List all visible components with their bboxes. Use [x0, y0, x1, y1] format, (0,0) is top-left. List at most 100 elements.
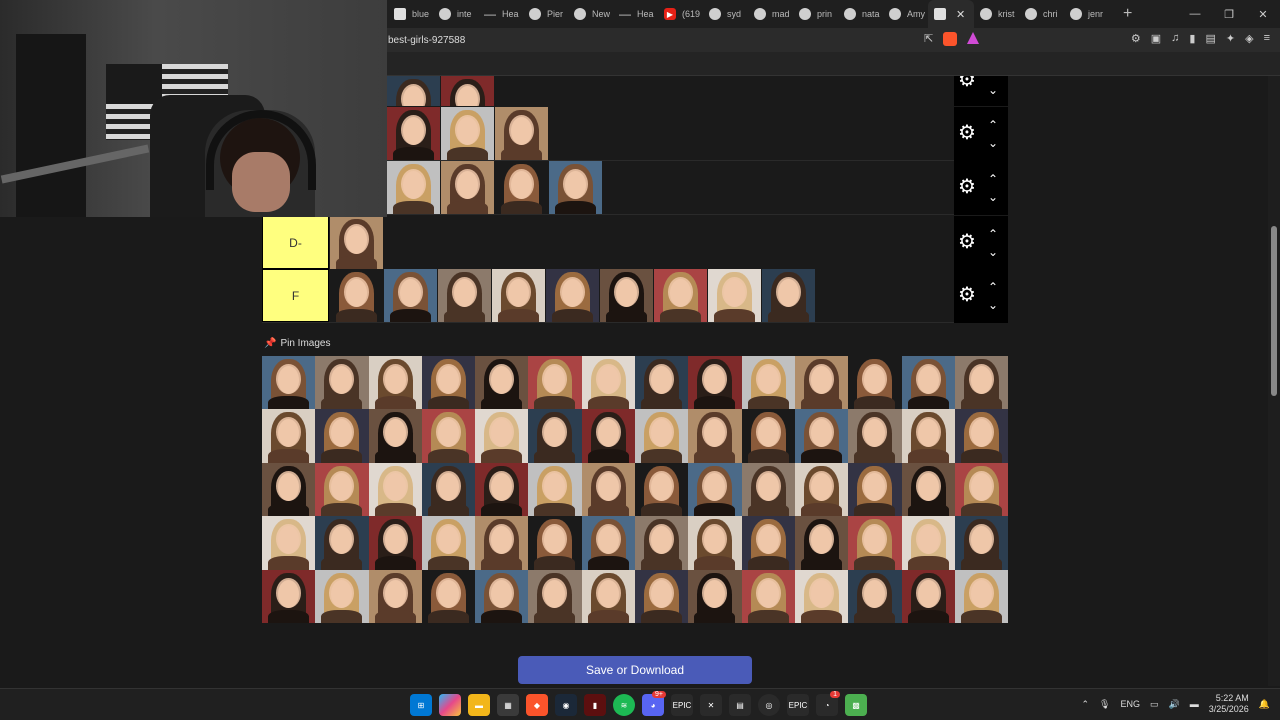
clock[interactable]: 5:22 AM 3/25/2026 [1209, 693, 1249, 715]
portrait-thumbnail[interactable] [368, 356, 422, 410]
portrait-thumbnail[interactable] [421, 409, 476, 463]
portrait-thumbnail[interactable] [495, 161, 548, 214]
portrait-thumbnail[interactable] [848, 516, 902, 570]
chevron-down-icon[interactable]: ⌄ [988, 299, 998, 311]
red-app-icon[interactable]: ▮ [584, 694, 606, 716]
portrait-thumbnail[interactable] [741, 462, 795, 517]
portrait-thumbnail[interactable] [368, 462, 422, 517]
portrait-thumbnail[interactable] [421, 462, 476, 517]
portrait-thumbnail[interactable] [635, 516, 689, 570]
portrait-thumbnail[interactable] [794, 516, 849, 570]
portrait-thumbnail[interactable] [528, 462, 582, 517]
tab-7[interactable]: syd [703, 0, 748, 28]
mic-icon[interactable]: 🎙 [1099, 699, 1110, 710]
portrait-thumbnail[interactable] [954, 462, 1009, 517]
tab-2[interactable]: — Hea [478, 0, 523, 28]
battery-icon[interactable]: ▬ [1190, 699, 1199, 709]
portrait-thumbnail[interactable] [262, 409, 316, 463]
epic-launcher-icon[interactable]: EPIC [787, 694, 809, 716]
discord-icon[interactable]: ◕ 9+ [642, 691, 666, 716]
chevron-down-icon[interactable]: ⌄ [988, 84, 998, 96]
portrait-thumbnail[interactable] [368, 409, 422, 463]
tab-10[interactable]: nata [838, 0, 883, 28]
portrait-thumbnail[interactable] [635, 409, 689, 463]
tab-13[interactable]: krist [974, 0, 1019, 28]
wallet-icon[interactable]: ▤ [1205, 32, 1215, 45]
portrait-thumbnail[interactable] [954, 569, 1009, 623]
calculator-icon[interactable]: ▤ [729, 694, 751, 716]
portrait-thumbnail[interactable] [741, 409, 795, 463]
portrait-thumbnail[interactable] [495, 107, 548, 160]
portrait-thumbnail[interactable] [387, 107, 440, 160]
portrait-thumbnail[interactable] [387, 161, 440, 214]
portrait-thumbnail[interactable] [384, 269, 437, 322]
tab-8[interactable]: mad [748, 0, 793, 28]
close-window-icon[interactable]: ✕ [1246, 0, 1280, 28]
portrait-thumbnail[interactable] [549, 161, 602, 214]
portrait-thumbnail[interactable] [688, 516, 742, 570]
tab-4[interactable]: New [568, 0, 613, 28]
portrait-thumbnail[interactable] [635, 356, 689, 410]
xbox-icon[interactable]: ✕ [700, 694, 722, 716]
portrait-thumbnail[interactable] [315, 516, 369, 570]
store-icon[interactable]: ▦ [497, 694, 519, 716]
portrait-thumbnail[interactable] [635, 462, 689, 517]
portrait-thumbnail[interactable] [475, 569, 529, 623]
portrait-thumbnail[interactable] [492, 269, 545, 322]
tab-active[interactable]: ✕ [928, 0, 974, 28]
steam-icon[interactable]: ◉ [555, 694, 577, 716]
portrait-thumbnail[interactable] [441, 76, 494, 106]
portrait-thumbnail[interactable] [330, 216, 383, 269]
volume-icon[interactable]: 🔊 [1169, 699, 1180, 710]
pin-images-label[interactable]: 📌 Pin Images [264, 338, 330, 349]
portrait-thumbnail[interactable] [635, 569, 689, 623]
portrait-thumbnail[interactable] [421, 356, 476, 410]
portrait-thumbnail[interactable] [954, 409, 1009, 463]
portrait-thumbnail[interactable] [688, 569, 742, 623]
tier-label[interactable]: D- [262, 216, 329, 269]
portrait-thumbnail[interactable] [741, 516, 795, 570]
ai-icon[interactable]: ✦ [1226, 32, 1235, 45]
notification-app-icon[interactable]: ◔ 1 [816, 691, 840, 716]
tab-3[interactable]: Pier [523, 0, 568, 28]
tab-14[interactable]: chri [1019, 0, 1064, 28]
portrait-thumbnail[interactable] [901, 462, 955, 517]
portrait-thumbnail[interactable] [688, 462, 742, 517]
portrait-thumbnail[interactable] [848, 569, 902, 623]
portrait-thumbnail[interactable] [901, 569, 955, 623]
portrait-thumbnail[interactable] [600, 269, 653, 322]
minecraft-icon[interactable]: ▩ [845, 694, 867, 716]
portrait-thumbnail[interactable] [315, 569, 369, 623]
new-tab-button[interactable]: + [1123, 5, 1132, 23]
tab-6[interactable]: ▶ (619 [658, 0, 703, 28]
chevron-up-icon[interactable]: ⌃ [988, 173, 998, 185]
vpn-icon[interactable]: ◈ [1245, 32, 1253, 45]
portrait-thumbnail[interactable] [794, 356, 849, 410]
tab-0[interactable]: blue [388, 0, 433, 28]
tab-11[interactable]: Amy [883, 0, 928, 28]
menu-icon[interactable]: ≡ [1264, 32, 1270, 45]
close-icon[interactable]: ✕ [956, 8, 965, 21]
portrait-thumbnail[interactable] [438, 269, 491, 322]
portrait-thumbnail[interactable] [315, 409, 369, 463]
portrait-thumbnail[interactable] [688, 356, 742, 410]
portrait-thumbnail[interactable] [848, 356, 902, 410]
portrait-thumbnail[interactable] [794, 462, 849, 517]
chevron-down-icon[interactable]: ⌄ [988, 246, 998, 258]
portrait-thumbnail[interactable] [901, 356, 955, 410]
extensions-icon[interactable]: ⚙ [1131, 32, 1141, 45]
portrait-thumbnail[interactable] [688, 409, 742, 463]
copilot-icon[interactable] [439, 694, 461, 716]
tab-5[interactable]: — Hea [613, 0, 658, 28]
portrait-thumbnail[interactable] [528, 356, 582, 410]
tier-label[interactable]: F [262, 269, 329, 322]
portrait-thumbnail[interactable] [528, 569, 582, 623]
chevron-down-icon[interactable]: ⌄ [988, 137, 998, 149]
portrait-thumbnail[interactable] [581, 516, 636, 570]
portrait-thumbnail[interactable] [475, 516, 529, 570]
portrait-thumbnail[interactable] [315, 356, 369, 410]
portrait-thumbnail[interactable] [421, 569, 476, 623]
brave-rewards-icon[interactable] [967, 32, 980, 44]
portrait-thumbnail[interactable] [546, 269, 599, 322]
gear-icon[interactable]: ⚙ [958, 177, 976, 197]
